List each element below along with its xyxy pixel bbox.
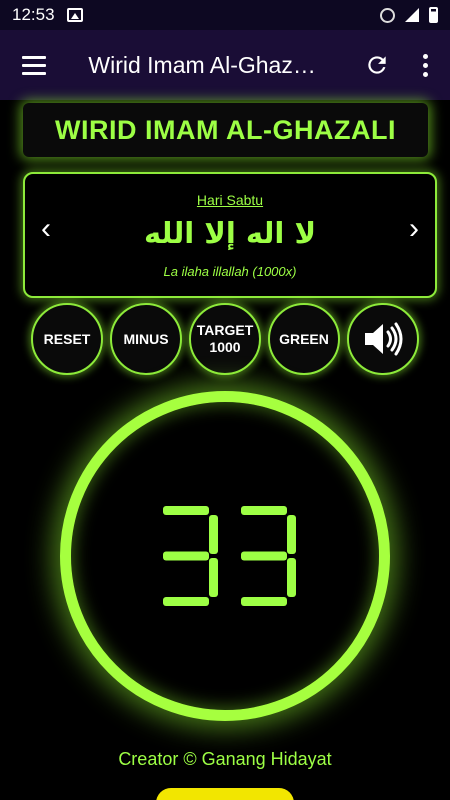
status-icons xyxy=(380,7,438,23)
battery-icon xyxy=(429,7,438,23)
counter-display xyxy=(163,506,296,606)
target-button-label: TARGET xyxy=(196,322,254,339)
app-bar: Wirid Imam Al-Ghaz… xyxy=(0,30,450,100)
signal-icon xyxy=(405,8,419,22)
day-label: Hari Sabtu xyxy=(196,192,264,208)
arabic-text: لا اله إلا الله xyxy=(143,216,317,250)
green-button-label: GREEN xyxy=(279,330,329,347)
target-button[interactable]: TARGET 1000 xyxy=(189,303,261,375)
status-bar: 12:53 xyxy=(0,0,450,30)
reset-button[interactable]: RESET xyxy=(31,303,103,375)
status-time: 12:53 xyxy=(12,5,55,24)
target-button-value: 1000 xyxy=(209,339,241,355)
counter-digit xyxy=(241,506,296,606)
green-button[interactable]: GREEN xyxy=(268,303,340,375)
bottom-action-button[interactable] xyxy=(156,788,294,800)
latin-text: La ilaha illallah (1000x) xyxy=(163,264,297,279)
more-vert-icon[interactable] xyxy=(401,30,450,100)
header-title-box: WIRID IMAM AL-GHAZALI xyxy=(23,103,428,157)
control-buttons: RESET MINUS TARGET 1000 GREEN xyxy=(0,303,450,375)
minus-button[interactable]: MINUS xyxy=(110,303,182,375)
refresh-icon[interactable] xyxy=(352,30,401,100)
speaker-icon xyxy=(365,322,403,356)
menu-icon[interactable] xyxy=(0,30,68,100)
image-icon xyxy=(66,8,83,22)
alarm-icon xyxy=(380,7,395,23)
sound-button[interactable] xyxy=(347,303,419,375)
app-title: Wirid Imam Al-Ghaz… xyxy=(88,51,316,78)
chevron-right-icon[interactable]: › xyxy=(399,212,429,246)
creator-credit: Creator © Ganang Hidayat xyxy=(118,749,332,769)
reset-button-label: RESET xyxy=(43,330,91,347)
counter-button[interactable]: 33 xyxy=(60,391,390,721)
counter-digit xyxy=(163,506,218,606)
page-title: WIRID IMAM AL-GHAZALI xyxy=(55,114,396,145)
minus-button-label: MINUS xyxy=(123,330,169,347)
wirid-card: ‹ Hari Sabtu لا اله إلا الله La ilaha il… xyxy=(23,172,437,298)
